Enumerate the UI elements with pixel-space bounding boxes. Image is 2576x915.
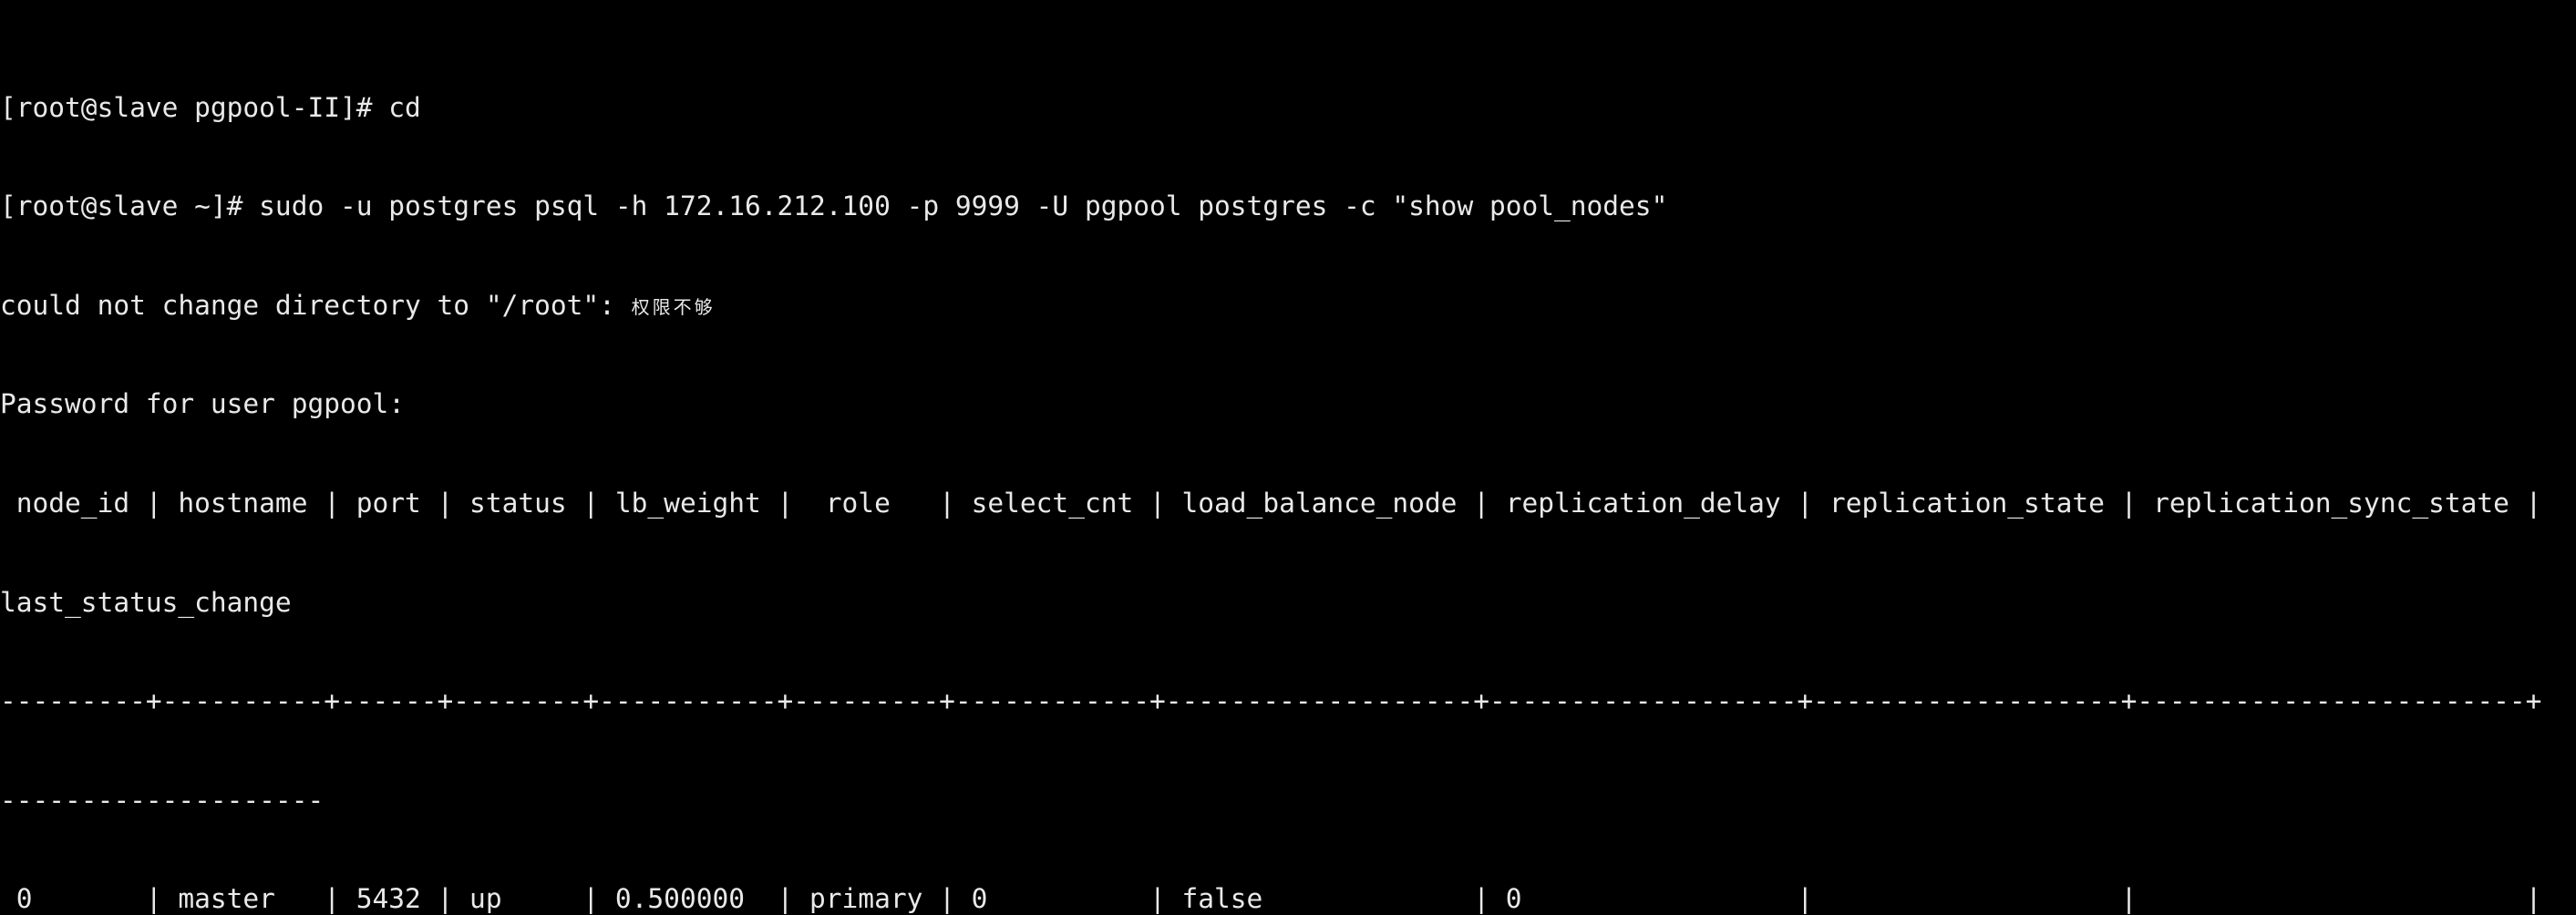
terminal-line: Password for user pgpool: [0, 388, 406, 420]
terminal-screen[interactable]: [root@slave pgpool-II]# cd [root@slave ~… [0, 0, 2576, 915]
terminal-line: [root@slave ~]# sudo -u postgres psql -h… [0, 190, 1668, 222]
terminal-line: last_status_change [0, 586, 292, 618]
terminal-line: [root@slave pgpool-II]# cd [0, 91, 421, 123]
terminal-line: could not change directory to "/root": 权… [0, 289, 2576, 322]
error-text-latin: could not change directory to "/root": [0, 289, 632, 321]
terminal-line: 0 | master | 5432 | up | 0.500000 | prim… [0, 883, 2542, 915]
error-text-cjk: 权限不够 [631, 295, 716, 318]
terminal-window[interactable]: [root@slave pgpool-II]# cd [root@slave ~… [0, 0, 2576, 915]
terminal-line: -------------------- [0, 784, 325, 816]
terminal-line: ---------+----------+------+--------+---… [0, 685, 2542, 717]
terminal-line: node_id | hostname | port | status | lb_… [0, 487, 2542, 519]
